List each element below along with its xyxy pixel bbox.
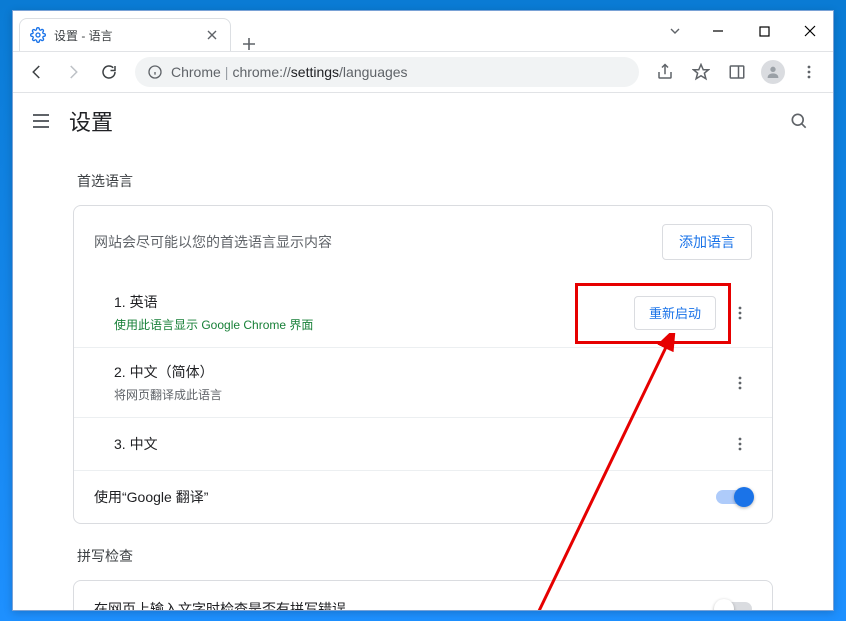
language-name: 2. 中文（简体） <box>114 362 728 382</box>
spellcheck-card: 在网页上输入文字时检查是否有拼写错误 <box>73 580 773 610</box>
forward-button[interactable] <box>57 56 89 88</box>
spellcheck-toggle[interactable] <box>716 602 752 610</box>
page-title: 设置 <box>69 105 765 137</box>
side-panel-icon[interactable] <box>721 56 753 88</box>
share-icon[interactable] <box>649 56 681 88</box>
more-icon[interactable] <box>728 371 752 395</box>
language-row: 1. 英语 使用此语言显示 Google Chrome 界面 重新启动 <box>74 278 772 347</box>
section-label-spellcheck: 拼写检查 <box>77 546 773 566</box>
site-info-icon[interactable] <box>147 64 163 80</box>
new-tab-button[interactable] <box>235 37 263 51</box>
section-label-preferred-languages: 首选语言 <box>77 171 773 191</box>
avatar-icon <box>761 60 785 84</box>
window-maximize-button[interactable] <box>741 11 787 51</box>
gear-icon <box>30 27 46 43</box>
language-subtitle: 将网页翻译成此语言 <box>114 386 728 403</box>
add-language-button[interactable]: 添加语言 <box>662 224 752 260</box>
window-minimize-button[interactable] <box>695 11 741 51</box>
language-row: 2. 中文（简体） 将网页翻译成此语言 <box>74 347 772 417</box>
titlebar: 设置 - 语言 <box>13 11 833 52</box>
language-row: 3. 中文 <box>74 417 772 470</box>
language-subtitle: 使用此语言显示 Google Chrome 界面 <box>114 316 634 333</box>
reload-button[interactable] <box>93 56 125 88</box>
preferred-languages-description: 网站会尽可能以您的首选语言显示内容 <box>94 232 332 252</box>
spellcheck-label: 在网页上输入文字时检查是否有拼写错误 <box>94 599 346 610</box>
preferred-languages-card: 网站会尽可能以您的首选语言显示内容 添加语言 1. 英语 使用此语言显示 Goo… <box>73 205 773 524</box>
back-button[interactable] <box>21 56 53 88</box>
spellcheck-row: 在网页上输入文字时检查是否有拼写错误 <box>74 581 772 610</box>
restart-button[interactable]: 重新启动 <box>634 296 716 330</box>
settings-appbar: 设置 <box>13 93 833 149</box>
search-icon[interactable] <box>781 103 817 139</box>
profile-button[interactable] <box>757 56 789 88</box>
google-translate-toggle[interactable] <box>716 490 752 504</box>
url-text: Chrome|chrome://settings/languages <box>171 64 408 80</box>
language-name: 1. 英语 <box>114 292 634 312</box>
bookmark-star-icon[interactable] <box>685 56 717 88</box>
browser-toolbar: Chrome|chrome://settings/languages <box>13 52 833 93</box>
page-scroll[interactable]: 设置 首选语言 网站会尽可能以您的首选语言显示内容 添加语言 1. 英语 <box>13 93 833 610</box>
more-icon[interactable] <box>728 432 752 456</box>
google-translate-label: 使用“Google 翻译” <box>94 487 208 507</box>
address-bar[interactable]: Chrome|chrome://settings/languages <box>135 57 639 87</box>
close-tab-icon[interactable] <box>204 27 220 43</box>
tab-title: 设置 - 语言 <box>54 27 196 44</box>
chevron-down-icon[interactable] <box>655 11 695 51</box>
language-name: 3. 中文 <box>114 434 728 454</box>
browser-tab[interactable]: 设置 - 语言 <box>19 18 231 51</box>
browser-window: 设置 - 语言 <box>12 10 834 611</box>
more-icon[interactable] <box>728 301 752 325</box>
menu-icon[interactable] <box>29 109 53 133</box>
browser-menu-icon[interactable] <box>793 56 825 88</box>
google-translate-row: 使用“Google 翻译” <box>74 470 772 523</box>
window-close-button[interactable] <box>787 11 833 51</box>
